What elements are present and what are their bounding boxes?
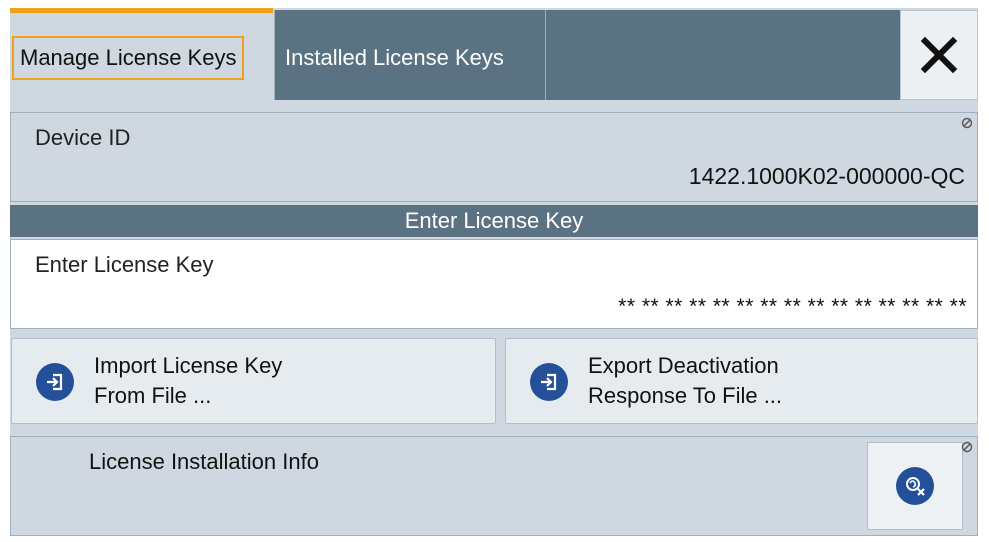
- export-button-text: Export Deactivation Response To File ...: [588, 351, 782, 411]
- tab-manage-license-keys[interactable]: Manage License Keys: [10, 13, 273, 100]
- import-line2: From File ...: [94, 383, 212, 408]
- export-line2: Response To File ...: [588, 383, 783, 408]
- license-key-value: ** ** ** ** ** ** ** ** ** ** ** ** ** *…: [618, 295, 967, 318]
- import-icon: [36, 363, 74, 401]
- installation-info-button[interactable]: [867, 442, 963, 530]
- tab-bar: Manage License Keys Installed License Ke…: [10, 8, 978, 100]
- lock-icon: [961, 441, 973, 453]
- license-key-input[interactable]: Enter License Key ** ** ** ** ** ** ** *…: [10, 239, 978, 329]
- installation-info-icon: [896, 467, 934, 505]
- close-icon: [920, 36, 958, 74]
- enter-license-key-header: Enter License Key: [10, 205, 978, 237]
- device-id-panel: Device ID 1422.1000K02-000000-QC: [10, 112, 978, 202]
- export-icon: [530, 363, 568, 401]
- import-line1: Import License Key: [94, 353, 283, 378]
- license-installation-info-panel: License Installation Info: [10, 436, 978, 536]
- tab-bar-filler: [545, 10, 901, 100]
- tab-manage-label: Manage License Keys: [12, 36, 245, 80]
- license-key-label: Enter License Key: [35, 252, 214, 277]
- close-button[interactable]: [900, 10, 978, 100]
- import-license-key-button[interactable]: Import License Key From File ...: [11, 338, 496, 424]
- import-button-text: Import License Key From File ...: [94, 351, 282, 411]
- tab-installed-license-keys[interactable]: Installed License Keys: [274, 10, 545, 100]
- device-id-label: Device ID: [35, 125, 131, 150]
- tab-installed-label: Installed License Keys: [285, 45, 504, 70]
- license-installation-info-label: License Installation Info: [89, 449, 319, 474]
- device-id-value: 1422.1000K02-000000-QC: [688, 163, 965, 189]
- lock-icon: [961, 117, 973, 129]
- export-deactivation-response-button[interactable]: Export Deactivation Response To File ...: [505, 338, 978, 424]
- export-line1: Export Deactivation: [588, 353, 779, 378]
- license-dialog: Manage License Keys Installed License Ke…: [10, 8, 978, 536]
